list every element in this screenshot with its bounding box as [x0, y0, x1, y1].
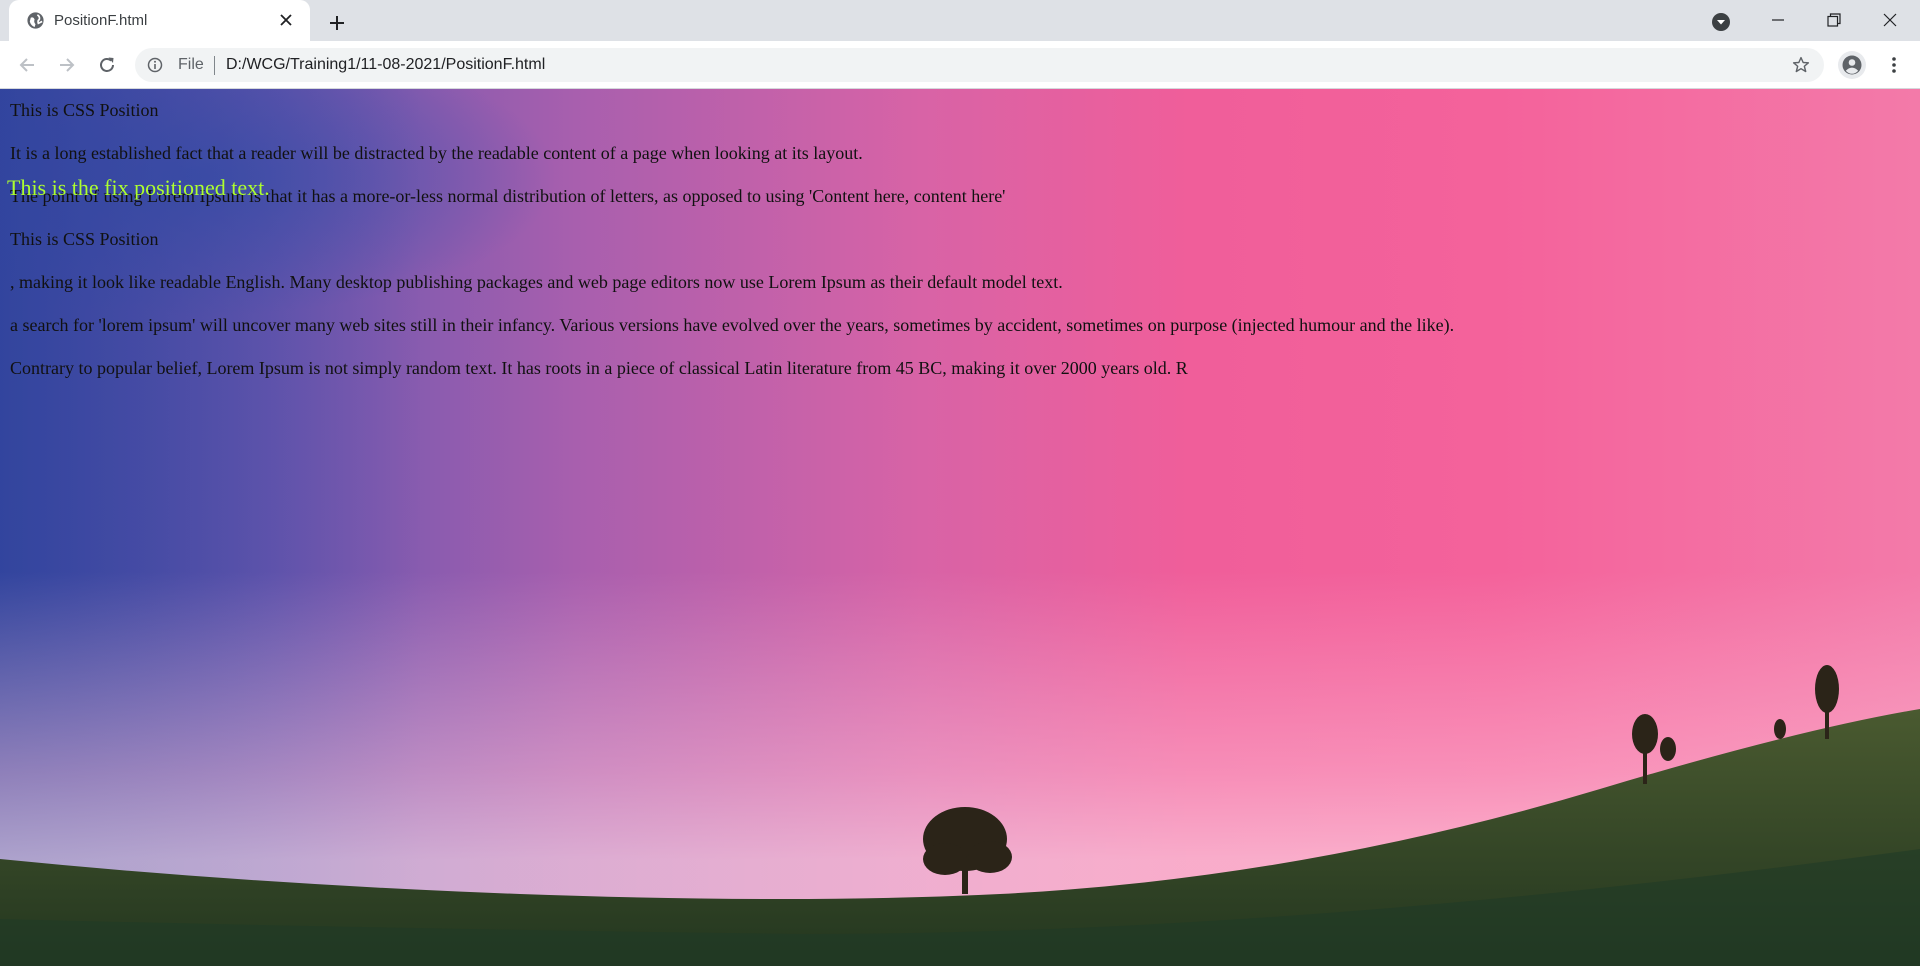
- reload-icon: [100, 57, 114, 72]
- landscape-background: [0, 665, 1920, 966]
- close-icon[interactable]: [277, 11, 295, 29]
- paragraph-4: This is CSS Position: [10, 229, 159, 249]
- tab-title: PositionF.html: [54, 12, 148, 29]
- tab-search-button[interactable]: [1709, 10, 1733, 34]
- forward-button[interactable]: [52, 50, 82, 80]
- restore-icon: [1827, 13, 1841, 27]
- back-button[interactable]: [12, 50, 42, 80]
- paragraph-2: It is a long established fact that a rea…: [10, 143, 863, 163]
- paragraph-1: This is CSS Position: [10, 100, 159, 120]
- page-viewport: This is CSS Position It is a long establ…: [0, 89, 1920, 966]
- close-window-icon: [1883, 13, 1897, 27]
- globe-icon: [26, 11, 45, 30]
- tab-search-icon: [1712, 13, 1730, 31]
- restore-button[interactable]: [1806, 0, 1862, 40]
- profile-button[interactable]: [1838, 51, 1866, 79]
- profile-icon: [1842, 55, 1862, 75]
- star-icon[interactable]: [1792, 56, 1810, 74]
- paragraph-6: a search for 'lorem ipsum' will uncover …: [10, 315, 1455, 335]
- new-tab-button[interactable]: [323, 9, 351, 37]
- tab-strip: PositionF.html: [0, 0, 1920, 41]
- paragraph-5: , making it look like readable English. …: [10, 272, 1063, 292]
- menu-button[interactable]: [1880, 51, 1908, 79]
- browser-toolbar: File D:/WCG/Training1/11-08-2021/Positio…: [0, 41, 1920, 89]
- minimize-button[interactable]: [1750, 0, 1806, 40]
- minimize-icon: [1772, 19, 1784, 21]
- fixed-positioned-text: This is the fix positioned text.: [7, 175, 270, 200]
- address-bar[interactable]: File D:/WCG/Training1/11-08-2021/Positio…: [135, 48, 1824, 82]
- reload-button[interactable]: [92, 50, 122, 80]
- plus-icon: [330, 16, 344, 30]
- paragraph-7: Contrary to popular belief, Lorem Ipsum …: [10, 358, 1188, 378]
- omnibox-divider: [214, 56, 215, 75]
- arrow-right-icon: [60, 58, 75, 72]
- kebab-menu-icon: [1892, 57, 1896, 73]
- url-scheme: File: [178, 56, 204, 73]
- arrow-left-icon: [19, 58, 34, 72]
- url-text[interactable]: D:/WCG/Training1/11-08-2021/PositionF.ht…: [226, 56, 545, 74]
- info-icon[interactable]: [147, 57, 163, 73]
- browser-tab[interactable]: PositionF.html: [9, 0, 310, 41]
- window-close-button[interactable]: [1862, 0, 1918, 40]
